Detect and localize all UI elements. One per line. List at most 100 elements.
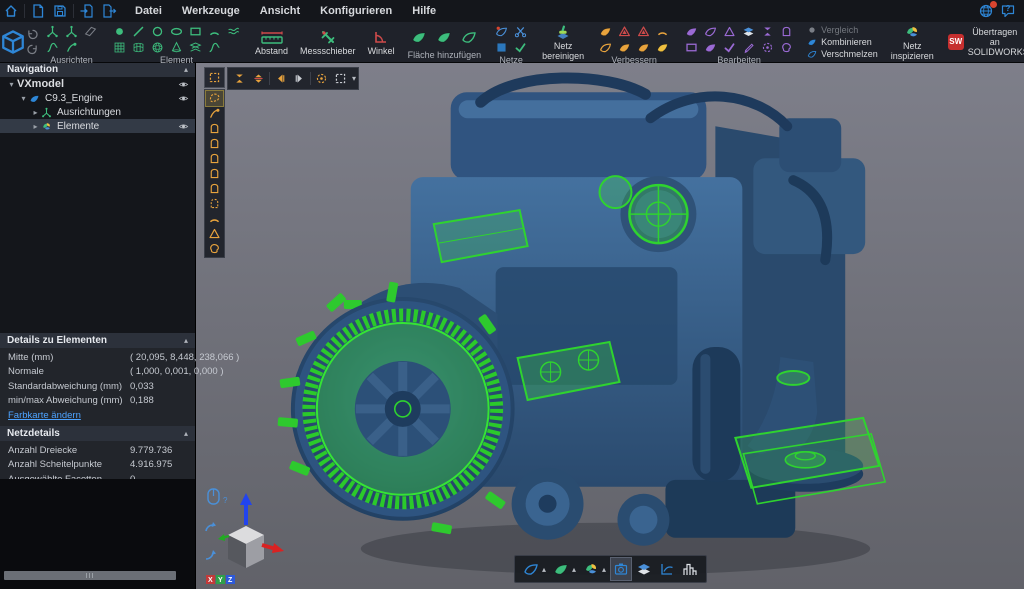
collapse-chevron-icon[interactable]: ▴ xyxy=(184,336,188,345)
edit-triangle-button[interactable] xyxy=(721,24,738,39)
vergleich-button[interactable]: Vergleich xyxy=(807,25,878,35)
3d-viewport[interactable]: ▾ ▴ ▴ ▴ ? xyxy=(196,62,1024,589)
mesh-check-button[interactable] xyxy=(512,40,529,55)
select-visible-button[interactable] xyxy=(331,70,350,87)
edit-surface-button[interactable] xyxy=(702,40,719,55)
orientation-cube[interactable] xyxy=(228,526,264,568)
menu-datei[interactable]: Datei xyxy=(126,0,171,22)
tree-item-ausrichtungen[interactable]: ▸ Ausrichtungen xyxy=(0,105,195,119)
improve-hole-button[interactable] xyxy=(616,40,633,55)
vxmodel-module-button[interactable] xyxy=(0,22,26,62)
edit-patch2-button[interactable] xyxy=(702,24,719,39)
expand-selection-button[interactable] xyxy=(249,70,268,87)
element-line-button[interactable] xyxy=(130,24,147,39)
improve-boundary-button[interactable] xyxy=(597,40,614,55)
lasso-select-button[interactable] xyxy=(206,91,223,106)
edit-mirror-button[interactable] xyxy=(740,24,757,39)
surface-display-button[interactable]: ▴ xyxy=(551,558,578,580)
surface-add-star-button[interactable] xyxy=(408,30,430,45)
select-through-button[interactable] xyxy=(312,70,331,87)
element-cylinder-button[interactable] xyxy=(130,40,147,55)
align-lines-button[interactable] xyxy=(44,40,61,55)
dome-select-3-button[interactable] xyxy=(206,151,223,166)
surface-fit-button[interactable] xyxy=(458,30,480,45)
rotate-ccw-icon[interactable] xyxy=(206,550,216,559)
uebertragen-solidworks-button[interactable]: SW Übertragen an SOLIDWORKS ▾ xyxy=(942,22,1024,62)
details-panel-header[interactable]: Details zu Elementen ▴ xyxy=(0,333,195,348)
tree-item-elemente[interactable]: ▸ Elemente xyxy=(0,119,195,133)
edit-blob-button[interactable] xyxy=(778,40,795,55)
surface-add-button[interactable] xyxy=(433,30,455,45)
highlighted-circle-element-small[interactable] xyxy=(600,176,632,208)
element-arc-button[interactable] xyxy=(206,24,223,39)
new-document-button[interactable] xyxy=(27,2,49,20)
mesh-details-panel-header[interactable]: Netzdetails ▴ xyxy=(0,426,195,441)
menu-ansicht[interactable]: Ansicht xyxy=(251,0,309,22)
elements-display-button[interactable]: ▴ xyxy=(581,558,608,580)
dome-select-2-button[interactable] xyxy=(206,136,223,151)
import-button[interactable] xyxy=(76,2,98,20)
kombinieren-button[interactable]: Kombinieren xyxy=(807,37,878,47)
element-circle-button[interactable] xyxy=(149,24,166,39)
mesh-display-button[interactable]: ▴ xyxy=(521,558,548,580)
expand-chevron-icon[interactable]: ▾ xyxy=(6,80,17,89)
brush-select-button[interactable] xyxy=(206,106,223,121)
mesh-cut-button[interactable] xyxy=(512,24,529,39)
histogram-button[interactable] xyxy=(680,558,700,580)
rotate-right-button[interactable] xyxy=(290,70,309,87)
collapsed-chevron-icon[interactable]: ▸ xyxy=(30,122,41,131)
engine-3d-model[interactable] xyxy=(196,62,1024,589)
caret-icon[interactable]: ▴ xyxy=(572,565,576,574)
element-freeform-button[interactable] xyxy=(225,24,242,39)
highlighted-cylinder-band[interactable] xyxy=(777,371,809,385)
element-sphere-button[interactable] xyxy=(149,40,166,55)
mouse-help-icon[interactable]: ? xyxy=(208,489,228,505)
clipping-plane-button[interactable] xyxy=(634,558,654,580)
improve-edge-button[interactable] xyxy=(654,40,671,55)
horizontal-scrollbar[interactable] xyxy=(4,571,176,580)
mesh-sample-button[interactable] xyxy=(493,24,510,39)
redo-icon[interactable] xyxy=(26,43,39,56)
collapsed-chevron-icon[interactable]: ▸ xyxy=(30,108,41,117)
rotate-left-button[interactable] xyxy=(271,70,290,87)
align-plane-button[interactable] xyxy=(82,24,99,39)
improve-curve-button[interactable] xyxy=(654,24,671,39)
tree-item-vxmodel[interactable]: ▾ VXmodel xyxy=(0,77,195,91)
improve-smooth-button[interactable] xyxy=(635,40,652,55)
caret-icon[interactable]: ▴ xyxy=(542,565,546,574)
netz-bereinigen-button[interactable]: Netz bereinigen xyxy=(536,22,590,62)
collapse-chevron-icon[interactable]: ▴ xyxy=(184,429,188,438)
visibility-eye-icon[interactable] xyxy=(177,93,190,104)
tree-item-c93-engine[interactable]: ▾ C9.3_Engine xyxy=(0,91,195,105)
element-cone-button[interactable] xyxy=(168,40,185,55)
mesh-square-button[interactable] xyxy=(493,40,510,55)
edit-pencil-button[interactable] xyxy=(740,40,757,55)
arc-select-button[interactable] xyxy=(206,211,223,226)
element-spline-button[interactable] xyxy=(206,40,223,55)
element-ellipse-button[interactable] xyxy=(168,24,185,39)
selection-toolbar-caret[interactable]: ▾ xyxy=(352,74,356,83)
dome-select-5-button[interactable] xyxy=(206,181,223,196)
element-slot-button[interactable] xyxy=(187,40,204,55)
change-colormap-link[interactable]: Farbkarte ändern xyxy=(0,408,195,424)
winkel-button[interactable]: Winkel xyxy=(362,22,401,62)
export-button[interactable] xyxy=(98,2,120,20)
save-button[interactable] xyxy=(49,2,71,20)
caret-icon[interactable]: ▴ xyxy=(602,565,606,574)
abstand-button[interactable]: Abstand xyxy=(249,22,294,62)
undo-icon[interactable] xyxy=(26,28,39,41)
collapse-chevron-icon[interactable]: ▴ xyxy=(184,65,188,74)
edit-dome-button[interactable] xyxy=(778,24,795,39)
align-target-button[interactable] xyxy=(63,24,80,39)
element-grid-button[interactable] xyxy=(111,40,128,55)
freeform-select-button[interactable] xyxy=(206,241,223,256)
element-rectangle-button[interactable] xyxy=(187,24,204,39)
menu-hilfe[interactable]: Hilfe xyxy=(403,0,445,22)
improve-fill-button[interactable] xyxy=(597,24,614,39)
menu-konfigurieren[interactable]: Konfigurieren xyxy=(311,0,401,22)
triangle-select-button[interactable] xyxy=(206,226,223,241)
camera-view-button[interactable] xyxy=(611,558,631,580)
improve-defect-button[interactable] xyxy=(616,24,633,39)
verschmelzen-button[interactable]: Verschmelzen xyxy=(807,49,878,59)
cross-section-button[interactable] xyxy=(657,558,677,580)
